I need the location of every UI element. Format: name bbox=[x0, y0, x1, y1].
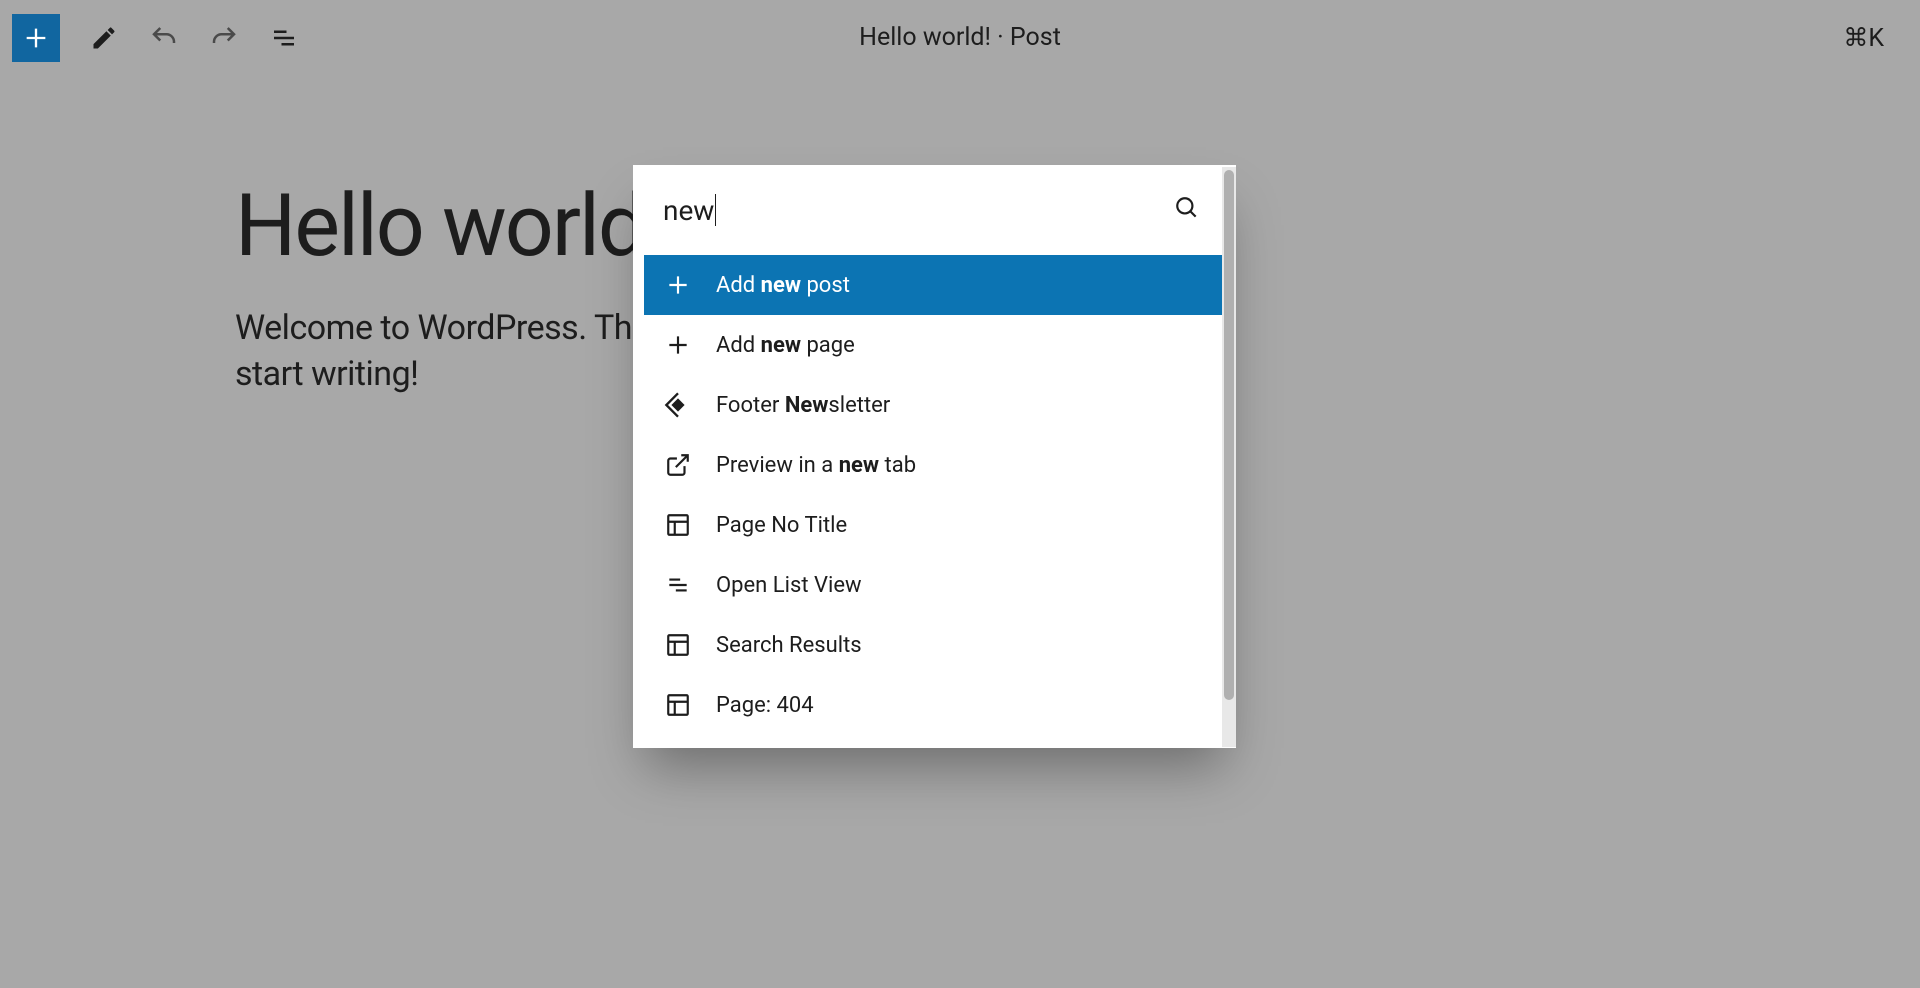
command-item-6[interactable]: Search Results bbox=[644, 615, 1225, 675]
plus-icon bbox=[664, 331, 692, 359]
plus-icon bbox=[22, 24, 50, 52]
undo-button[interactable] bbox=[148, 22, 180, 54]
command-item-label: Footer Newsletter bbox=[716, 393, 890, 418]
command-item-3[interactable]: Preview in a new tab bbox=[644, 435, 1225, 495]
palette-scrollbar-thumb[interactable] bbox=[1224, 170, 1234, 700]
layout-icon bbox=[664, 511, 692, 539]
editor-toolbar: Hello world! · Post ⌘K bbox=[0, 0, 1920, 75]
command-results-list: Add new post Add new page Footer Newslette… bbox=[633, 255, 1236, 748]
command-item-5[interactable]: Open List View bbox=[644, 555, 1225, 615]
layout-icon bbox=[664, 691, 692, 719]
post-body-line-2: start writing! bbox=[235, 354, 418, 394]
command-palette-shortcut[interactable]: ⌘K bbox=[1843, 23, 1884, 53]
command-item-7[interactable]: Page: 404 bbox=[644, 675, 1225, 735]
layout-icon bbox=[664, 631, 692, 659]
command-item-label: Page: 404 bbox=[716, 693, 814, 718]
undo-icon bbox=[149, 23, 179, 53]
command-palette: new Add new post Add new page Footer Newsl… bbox=[633, 165, 1236, 748]
command-search-row: new bbox=[633, 165, 1236, 255]
command-search-value: new bbox=[663, 194, 714, 227]
command-item-label: Page No Title bbox=[716, 513, 847, 538]
edit-button[interactable] bbox=[88, 22, 120, 54]
add-block-button[interactable] bbox=[12, 14, 60, 62]
list-view-icon bbox=[269, 23, 299, 53]
toolbar-left-group bbox=[12, 14, 300, 62]
plus-icon bbox=[664, 271, 692, 299]
command-item-1[interactable]: Add new page bbox=[644, 315, 1225, 375]
document-overview-button[interactable] bbox=[268, 22, 300, 54]
command-item-label: Open List View bbox=[716, 573, 862, 598]
command-item-0[interactable]: Add new post bbox=[644, 255, 1225, 315]
external-icon bbox=[664, 451, 692, 479]
command-item-label: Add new page bbox=[716, 333, 855, 358]
command-item-label: Preview in a new tab bbox=[716, 453, 916, 478]
command-search-input[interactable]: new bbox=[663, 194, 716, 227]
pencil-icon bbox=[90, 24, 118, 52]
post-body-line-1: Welcome to WordPress. This bbox=[235, 308, 657, 348]
palette-scrollbar-track[interactable] bbox=[1222, 167, 1236, 747]
diamond-icon bbox=[664, 391, 692, 419]
command-item-4[interactable]: Page No Title bbox=[644, 495, 1225, 555]
redo-button[interactable] bbox=[208, 22, 240, 54]
command-item-label: Add new post bbox=[716, 273, 850, 298]
document-title[interactable]: Hello world! · Post bbox=[859, 23, 1061, 52]
redo-icon bbox=[209, 23, 239, 53]
listview-icon bbox=[664, 571, 692, 599]
search-icon bbox=[1174, 195, 1200, 225]
text-caret bbox=[715, 194, 716, 226]
command-item-label: Search Results bbox=[716, 633, 862, 658]
command-item-2[interactable]: Footer Newsletter bbox=[644, 375, 1225, 435]
